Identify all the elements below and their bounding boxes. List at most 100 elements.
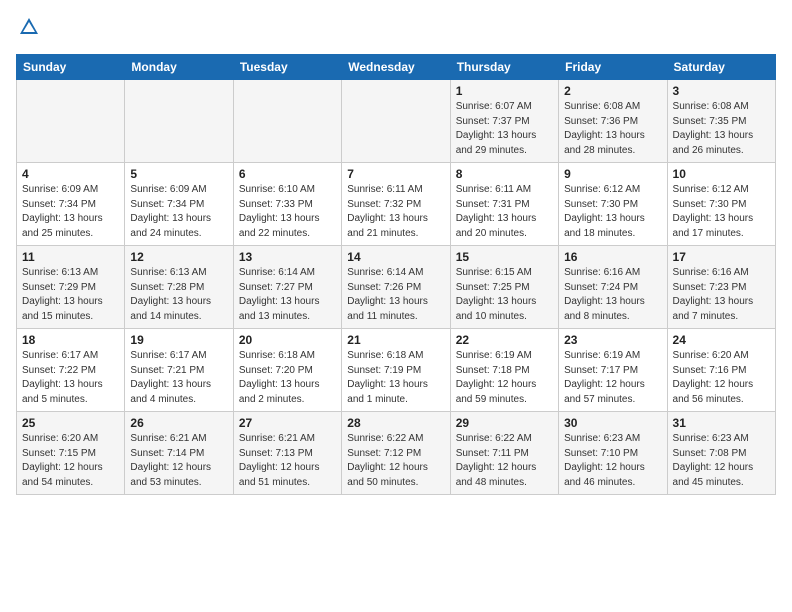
day-number: 26 <box>130 416 227 430</box>
day-number: 24 <box>673 333 770 347</box>
calendar-cell: 9 Sunrise: 6:12 AM Sunset: 7:30 PM Daylig… <box>559 163 667 246</box>
calendar-cell: 10 Sunrise: 6:12 AM Sunset: 7:30 PM Dayli… <box>667 163 775 246</box>
calendar-cell: 25Sunrise: 6:20 AM Sunset: 7:15 PM Dayli… <box>17 412 125 495</box>
day-of-week-header: Sunday <box>17 55 125 80</box>
calendar-cell: 21Sunrise: 6:18 AM Sunset: 7:19 PM Dayli… <box>342 329 450 412</box>
day-number: 10 <box>673 167 770 181</box>
day-number: 28 <box>347 416 444 430</box>
day-info: Sunrise: 6:13 AM Sunset: 7:28 PM Dayligh… <box>130 266 227 324</box>
day-number: 12 <box>130 250 227 264</box>
calendar-cell: 3 Sunrise: 6:08 AM Sunset: 7:35 PM Daylig… <box>667 80 775 163</box>
day-number: 8 <box>456 167 553 181</box>
day-of-week-header: Saturday <box>667 55 775 80</box>
day-number: 1 <box>456 84 553 98</box>
day-number: 22 <box>456 333 553 347</box>
day-of-week-header: Tuesday <box>233 55 341 80</box>
calendar-cell: 30 Sunrise: 6:23 AM Sunset: 7:10 PM Dayli… <box>559 412 667 495</box>
day-number: 11 <box>22 250 119 264</box>
day-info: Sunrise: 6:23 AM Sunset: 7:08 PM Dayligh… <box>673 432 770 490</box>
logo <box>16 16 40 42</box>
day-info: Sunrise: 6:21 AM Sunset: 7:14 PM Dayligh… <box>130 432 227 490</box>
day-info: Sunrise: 6:22 AM Sunset: 7:12 PM Dayligh… <box>347 432 444 490</box>
day-info: Sunrise: 6:07 AM Sunset: 7:37 PM Dayligh… <box>456 100 553 158</box>
calendar-cell: 11 Sunrise: 6:13 AM Sunset: 7:29 PM Dayli… <box>17 246 125 329</box>
day-of-week-header: Wednesday <box>342 55 450 80</box>
day-number: 25 <box>22 416 119 430</box>
day-info: Sunrise: 6:08 AM Sunset: 7:36 PM Dayligh… <box>564 100 661 158</box>
day-number: 18 <box>22 333 119 347</box>
calendar-cell: 15 Sunrise: 6:15 AM Sunset: 7:25 PM Dayli… <box>450 246 558 329</box>
day-info: Sunrise: 6:17 AM Sunset: 7:21 PM Dayligh… <box>130 349 227 407</box>
calendar-header-row: SundayMondayTuesdayWednesdayThursdayFrid… <box>17 55 776 80</box>
calendar-cell <box>125 80 233 163</box>
calendar-cell: 23 Sunrise: 6:19 AM Sunset: 7:17 PM Dayli… <box>559 329 667 412</box>
calendar-cell <box>233 80 341 163</box>
day-info: Sunrise: 6:19 AM Sunset: 7:18 PM Dayligh… <box>456 349 553 407</box>
calendar-cell: 12 Sunrise: 6:13 AM Sunset: 7:28 PM Dayli… <box>125 246 233 329</box>
calendar-cell: 18 Sunrise: 6:17 AM Sunset: 7:22 PM Dayli… <box>17 329 125 412</box>
day-info: Sunrise: 6:22 AM Sunset: 7:11 PM Dayligh… <box>456 432 553 490</box>
calendar-cell: 19 Sunrise: 6:17 AM Sunset: 7:21 PM Dayli… <box>125 329 233 412</box>
day-number: 6 <box>239 167 336 181</box>
day-info: Sunrise: 6:08 AM Sunset: 7:35 PM Dayligh… <box>673 100 770 158</box>
day-info: Sunrise: 6:10 AM Sunset: 7:33 PM Dayligh… <box>239 183 336 241</box>
day-info: Sunrise: 6:23 AM Sunset: 7:10 PM Dayligh… <box>564 432 661 490</box>
day-info: Sunrise: 6:11 AM Sunset: 7:32 PM Dayligh… <box>347 183 444 241</box>
day-number: 27 <box>239 416 336 430</box>
calendar-cell: 24 Sunrise: 6:20 AM Sunset: 7:16 PM Dayli… <box>667 329 775 412</box>
day-info: Sunrise: 6:09 AM Sunset: 7:34 PM Dayligh… <box>130 183 227 241</box>
day-number: 2 <box>564 84 661 98</box>
day-number: 17 <box>673 250 770 264</box>
day-info: Sunrise: 6:12 AM Sunset: 7:30 PM Dayligh… <box>564 183 661 241</box>
day-number: 23 <box>564 333 661 347</box>
day-info: Sunrise: 6:13 AM Sunset: 7:29 PM Dayligh… <box>22 266 119 324</box>
calendar-week-row: 25Sunrise: 6:20 AM Sunset: 7:15 PM Dayli… <box>17 412 776 495</box>
calendar-week-row: 11 Sunrise: 6:13 AM Sunset: 7:29 PM Dayli… <box>17 246 776 329</box>
calendar-week-row: 1 Sunrise: 6:07 AM Sunset: 7:37 PM Daylig… <box>17 80 776 163</box>
day-of-week-header: Friday <box>559 55 667 80</box>
page-header <box>16 16 776 42</box>
day-number: 4 <box>22 167 119 181</box>
calendar-cell: 7 Sunrise: 6:11 AM Sunset: 7:32 PM Daylig… <box>342 163 450 246</box>
calendar-cell: 16 Sunrise: 6:16 AM Sunset: 7:24 PM Dayli… <box>559 246 667 329</box>
day-number: 3 <box>673 84 770 98</box>
calendar-cell: 8 Sunrise: 6:11 AM Sunset: 7:31 PM Daylig… <box>450 163 558 246</box>
calendar-cell: 22 Sunrise: 6:19 AM Sunset: 7:18 PM Dayli… <box>450 329 558 412</box>
calendar-cell: 5Sunrise: 6:09 AM Sunset: 7:34 PM Daylig… <box>125 163 233 246</box>
day-info: Sunrise: 6:17 AM Sunset: 7:22 PM Dayligh… <box>22 349 119 407</box>
day-of-week-header: Thursday <box>450 55 558 80</box>
day-info: Sunrise: 6:18 AM Sunset: 7:20 PM Dayligh… <box>239 349 336 407</box>
day-number: 14 <box>347 250 444 264</box>
calendar-cell: 1 Sunrise: 6:07 AM Sunset: 7:37 PM Daylig… <box>450 80 558 163</box>
day-of-week-header: Monday <box>125 55 233 80</box>
day-info: Sunrise: 6:19 AM Sunset: 7:17 PM Dayligh… <box>564 349 661 407</box>
day-number: 29 <box>456 416 553 430</box>
day-number: 9 <box>564 167 661 181</box>
calendar-table: SundayMondayTuesdayWednesdayThursdayFrid… <box>16 54 776 495</box>
day-info: Sunrise: 6:11 AM Sunset: 7:31 PM Dayligh… <box>456 183 553 241</box>
day-number: 30 <box>564 416 661 430</box>
calendar-cell: 2 Sunrise: 6:08 AM Sunset: 7:36 PM Daylig… <box>559 80 667 163</box>
calendar-week-row: 18 Sunrise: 6:17 AM Sunset: 7:22 PM Dayli… <box>17 329 776 412</box>
calendar-week-row: 4 Sunrise: 6:09 AM Sunset: 7:34 PM Daylig… <box>17 163 776 246</box>
calendar-cell: 4 Sunrise: 6:09 AM Sunset: 7:34 PM Daylig… <box>17 163 125 246</box>
day-number: 15 <box>456 250 553 264</box>
calendar-cell: 13Sunrise: 6:14 AM Sunset: 7:27 PM Dayli… <box>233 246 341 329</box>
calendar-cell <box>17 80 125 163</box>
day-number: 7 <box>347 167 444 181</box>
day-info: Sunrise: 6:18 AM Sunset: 7:19 PM Dayligh… <box>347 349 444 407</box>
day-number: 20 <box>239 333 336 347</box>
day-number: 13 <box>239 250 336 264</box>
calendar-cell: 20 Sunrise: 6:18 AM Sunset: 7:20 PM Dayli… <box>233 329 341 412</box>
day-info: Sunrise: 6:09 AM Sunset: 7:34 PM Dayligh… <box>22 183 119 241</box>
day-info: Sunrise: 6:16 AM Sunset: 7:24 PM Dayligh… <box>564 266 661 324</box>
day-number: 19 <box>130 333 227 347</box>
calendar-cell <box>342 80 450 163</box>
day-info: Sunrise: 6:15 AM Sunset: 7:25 PM Dayligh… <box>456 266 553 324</box>
day-info: Sunrise: 6:12 AM Sunset: 7:30 PM Dayligh… <box>673 183 770 241</box>
day-number: 16 <box>564 250 661 264</box>
day-number: 31 <box>673 416 770 430</box>
day-info: Sunrise: 6:16 AM Sunset: 7:23 PM Dayligh… <box>673 266 770 324</box>
calendar-cell: 17 Sunrise: 6:16 AM Sunset: 7:23 PM Dayli… <box>667 246 775 329</box>
day-info: Sunrise: 6:20 AM Sunset: 7:16 PM Dayligh… <box>673 349 770 407</box>
